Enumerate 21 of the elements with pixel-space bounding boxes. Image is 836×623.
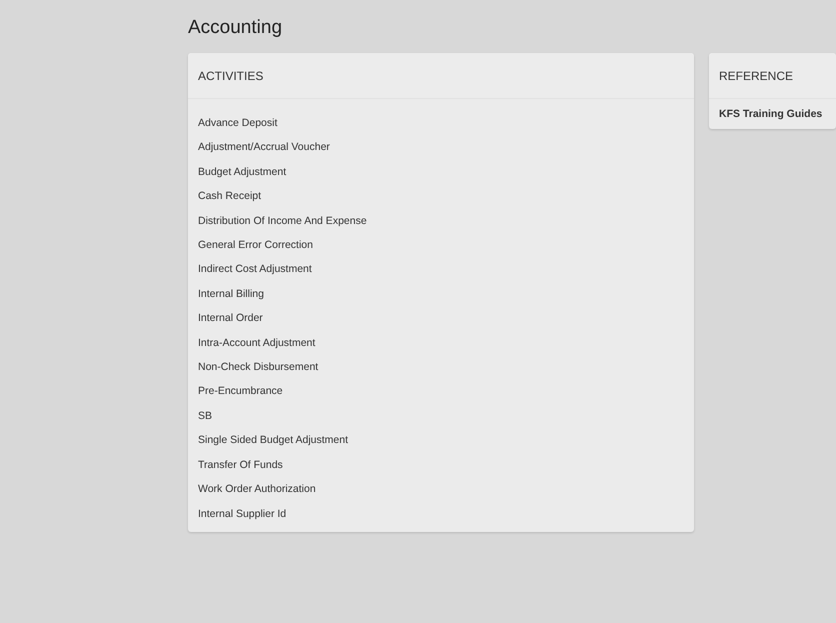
- activity-link[interactable]: Non-Check Disbursement: [188, 355, 328, 380]
- page-title: Accounting: [188, 16, 284, 40]
- activity-link[interactable]: Cash Receipt: [188, 184, 272, 209]
- activity-link[interactable]: Work Order Authorization: [188, 477, 326, 502]
- activity-link[interactable]: Adjustment/Accrual Voucher: [188, 135, 340, 160]
- activity-link[interactable]: Budget Adjustment: [188, 160, 296, 184]
- card-heading: REFERENCE: [719, 68, 794, 82]
- card-heading: ACTIVITIES: [198, 68, 264, 82]
- reference-link[interactable]: KFS Training Guides: [709, 102, 832, 126]
- activity-link[interactable]: General Error Correction: [188, 233, 323, 258]
- activity-link[interactable]: SB: [188, 404, 222, 428]
- activity-link[interactable]: Internal Billing: [188, 282, 274, 306]
- activity-link[interactable]: Single Sided Budget Adjustment: [188, 428, 358, 453]
- activity-link[interactable]: Indirect Cost Adjustment: [188, 257, 322, 282]
- activity-link[interactable]: Distribution Of Income And Expense: [188, 208, 377, 234]
- activity-link[interactable]: Pre-Encumbrance: [188, 379, 293, 404]
- activity-link[interactable]: Advance Deposit: [188, 111, 288, 136]
- activity-link[interactable]: Internal Order: [188, 306, 273, 331]
- activity-link[interactable]: Intra-Account Adjustment: [188, 330, 326, 356]
- activity-link[interactable]: Transfer Of Funds: [188, 452, 293, 478]
- activity-link[interactable]: Internal Supplier Id: [188, 502, 296, 526]
